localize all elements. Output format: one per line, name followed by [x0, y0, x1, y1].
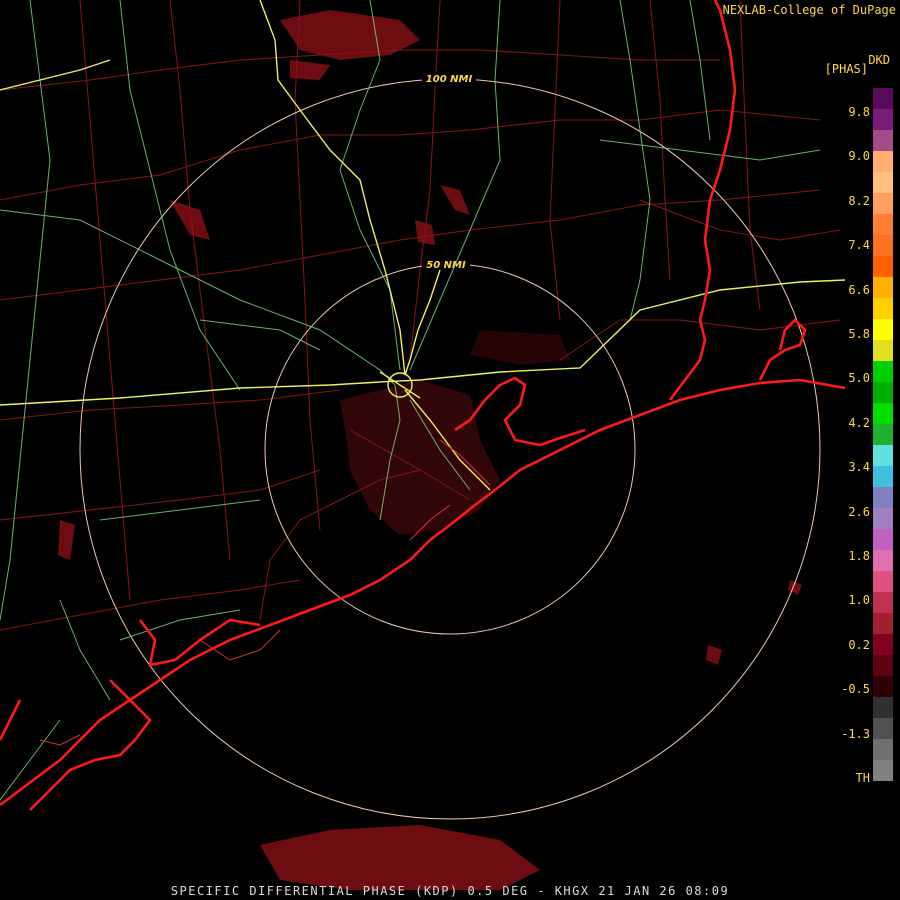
- scale-label: TH: [855, 771, 870, 785]
- product-unit: [PHAS]: [824, 62, 868, 76]
- scale-band: [873, 214, 893, 235]
- scale-band: [873, 676, 893, 697]
- scale-label: -0.5: [841, 682, 870, 697]
- scale-band: [873, 277, 893, 298]
- scale-label: 2.6: [848, 504, 870, 519]
- radar-map: 50 NMI 100 NMI: [0, 0, 900, 900]
- scale-band: [873, 235, 893, 256]
- scale-label: 1.0: [848, 593, 870, 608]
- scale-band: [873, 781, 893, 802]
- scale-band: [873, 256, 893, 277]
- scale-band: [873, 697, 893, 718]
- scale-label: 1.8: [848, 549, 870, 563]
- ring-label-100: 100 NMI: [426, 74, 473, 85]
- scale-band: [873, 151, 893, 172]
- scale-label: 8.2: [848, 193, 870, 208]
- scale-band: [873, 445, 893, 466]
- scale-label: 9.0: [848, 149, 870, 164]
- scale-label: 4.2: [848, 415, 870, 430]
- scale-band: [873, 718, 893, 739]
- scale-band: [873, 193, 893, 214]
- scale-band: [873, 88, 893, 109]
- scale-band: [873, 424, 893, 445]
- product-code: DKD: [868, 53, 890, 67]
- scale-band: [873, 571, 893, 592]
- color-scale-labels: 9.8 9.0 8.2 7.4 6.6 5.8 5.0 4.2 3.4 2.6 1.8 1.0 0.2 -…: [836, 88, 870, 802]
- credit-label: NEXLAB-College of DuPage: [722, 3, 896, 17]
- scale-band: [873, 634, 893, 655]
- scale-band: [873, 739, 893, 760]
- scale-band: [873, 361, 893, 382]
- scale-band: [873, 109, 893, 130]
- scale-band: [873, 592, 893, 613]
- scale-band: [873, 466, 893, 487]
- scale-band: [873, 508, 893, 529]
- scale-band: [873, 550, 893, 571]
- scale-band: [873, 487, 893, 508]
- scale-band: [873, 655, 893, 676]
- scale-label: 3.4: [848, 460, 870, 475]
- scale-band: [873, 319, 893, 340]
- scale-label: 6.6: [848, 282, 870, 297]
- scale-band: [873, 172, 893, 193]
- product-caption: SPECIFIC DIFFERENTIAL PHASE (KDP) 0.5 DE…: [170, 884, 730, 898]
- scale-label: 5.0: [848, 371, 870, 386]
- scale-band: [873, 529, 893, 550]
- scale-band: [873, 340, 893, 361]
- scale-label: 9.8: [848, 105, 870, 119]
- scale-label: -1.3: [841, 726, 870, 741]
- ring-label-50: 50 NMI: [426, 260, 466, 271]
- scale-label: 0.2: [848, 637, 870, 652]
- scale-band: [873, 382, 893, 403]
- scale-band: [873, 130, 893, 151]
- color-scale-bar: [873, 88, 893, 802]
- scale-label: 5.8: [848, 327, 870, 341]
- scale-band: [873, 298, 893, 319]
- scale-band: [873, 403, 893, 424]
- scale-band: [873, 613, 893, 634]
- scale-label: 7.4: [848, 238, 870, 253]
- scale-band: [873, 760, 893, 781]
